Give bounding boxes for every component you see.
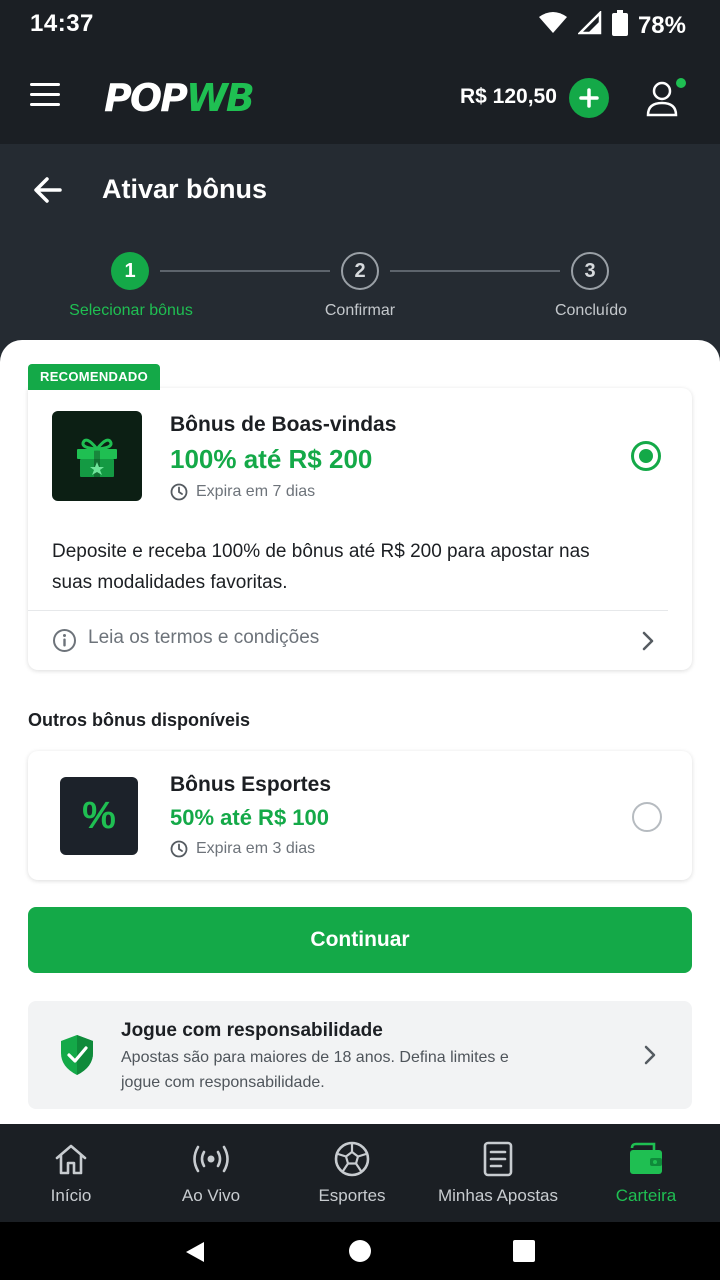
bonus-expiry: Expira em 7 dias <box>170 483 315 501</box>
bonus-expiry: Expira em 3 dias <box>170 840 315 858</box>
bonus-selection-panel: RECOMENDADO Bônus de Boas-vindas 100% at… <box>0 340 720 1124</box>
sports-bonus-card[interactable]: % Bônus Esportes 50% até R$ 100 Expira e… <box>28 751 692 880</box>
plus-icon <box>579 88 599 108</box>
nav-item-esportes[interactable]: Esportes <box>300 1124 404 1222</box>
responsible-title: Jogue com responsabilidade <box>121 1020 383 1041</box>
chevron-right-icon <box>644 1045 656 1065</box>
balance-amount[interactable]: R$ 120,50 <box>460 85 557 109</box>
battery-icon <box>611 10 628 41</box>
live-broadcast-icon <box>191 1140 231 1178</box>
deposit-button[interactable] <box>569 78 609 118</box>
continue-button[interactable]: Continuar <box>28 907 692 973</box>
app-header: POPWB R$ 120,50 <box>0 50 720 144</box>
nav-item-ao-vivo[interactable]: Ao Vivo <box>160 1124 262 1222</box>
soccer-ball-icon <box>333 1140 371 1178</box>
welcome-bonus-radio[interactable] <box>631 441 661 471</box>
battery-percent: 78% <box>637 11 686 39</box>
bonus-title: Bônus Esportes <box>170 773 332 796</box>
home-icon <box>53 1140 89 1178</box>
bonus-amount: 100% até R$ 200 <box>170 444 373 474</box>
brand-logo[interactable]: POPWB <box>104 76 255 120</box>
step-3-indicator: 3 <box>571 252 609 290</box>
nav-item-carteira[interactable]: Carteira <box>596 1124 696 1222</box>
bottom-navigation: Início Ao Vivo Esportes Minhas Apostas C… <box>0 1124 720 1222</box>
bonus-title: Bônus de Boas-vindas <box>170 413 397 436</box>
progress-stepper: 1 2 3 Selecionar bônus Confirmar Concluí… <box>0 252 720 332</box>
clock-icon <box>170 840 188 858</box>
responsible-text: Apostas são para maiores de 18 anos. Def… <box>121 1049 509 1091</box>
recommended-badge: RECOMENDADO <box>28 364 161 390</box>
status-bar: 14:37 78% <box>0 0 720 50</box>
page-header: Ativar bônus 1 2 3 Selecionar bônus Conf… <box>0 144 720 364</box>
sports-bonus-radio[interactable] <box>632 802 662 832</box>
wallet-icon <box>628 1140 664 1178</box>
status-time: 14:37 <box>30 10 94 37</box>
terms-label: Leia os termos e condições <box>88 627 320 648</box>
user-profile-button[interactable] <box>644 76 688 120</box>
welcome-bonus-card[interactable]: Bônus de Boas-vindas 100% até R$ 200 Exp… <box>28 388 692 670</box>
info-icon <box>53 629 76 652</box>
other-bonuses-heading: Outros bônus disponíveis <box>28 710 251 730</box>
system-back-icon[interactable] <box>184 1240 206 1264</box>
step-2-indicator: 2 <box>341 252 379 290</box>
step-1-indicator: 1 <box>111 252 149 290</box>
responsible-gaming-banner[interactable]: Jogue com responsabilidade Apostas são p… <box>28 1001 692 1109</box>
bonus-amount: 50% até R$ 100 <box>170 805 329 830</box>
step-connector <box>390 270 560 272</box>
step-2-label: Confirmar <box>324 302 396 319</box>
system-navigation-bar <box>0 1222 720 1280</box>
nav-item-minhas-apostas[interactable]: Minhas Apostas <box>428 1124 568 1222</box>
menu-icon[interactable] <box>30 83 60 109</box>
step-connector <box>160 270 330 272</box>
step-3-label: Concluído <box>554 302 628 319</box>
online-indicator <box>676 78 686 88</box>
bonus-description: Deposite e receba 100% de bônus até R$ 2… <box>52 541 590 593</box>
terms-link[interactable]: Leia os termos e condições <box>28 611 692 669</box>
bet-slip-icon <box>482 1140 514 1178</box>
page-title: Ativar bônus <box>102 174 268 204</box>
cell-signal-icon <box>576 9 602 40</box>
back-arrow-icon[interactable] <box>32 174 64 206</box>
wifi-icon <box>538 11 568 40</box>
system-home-icon[interactable] <box>349 1240 371 1262</box>
shield-check-icon <box>61 1035 93 1075</box>
system-recents-icon[interactable] <box>513 1240 535 1262</box>
gift-icon <box>52 411 142 501</box>
clock-icon <box>170 483 188 501</box>
nav-item-inicio[interactable]: Início <box>20 1124 122 1222</box>
percent-icon: % <box>60 777 138 855</box>
step-1-label: Selecionar bônus <box>69 302 193 319</box>
chevron-right-icon <box>642 631 654 651</box>
